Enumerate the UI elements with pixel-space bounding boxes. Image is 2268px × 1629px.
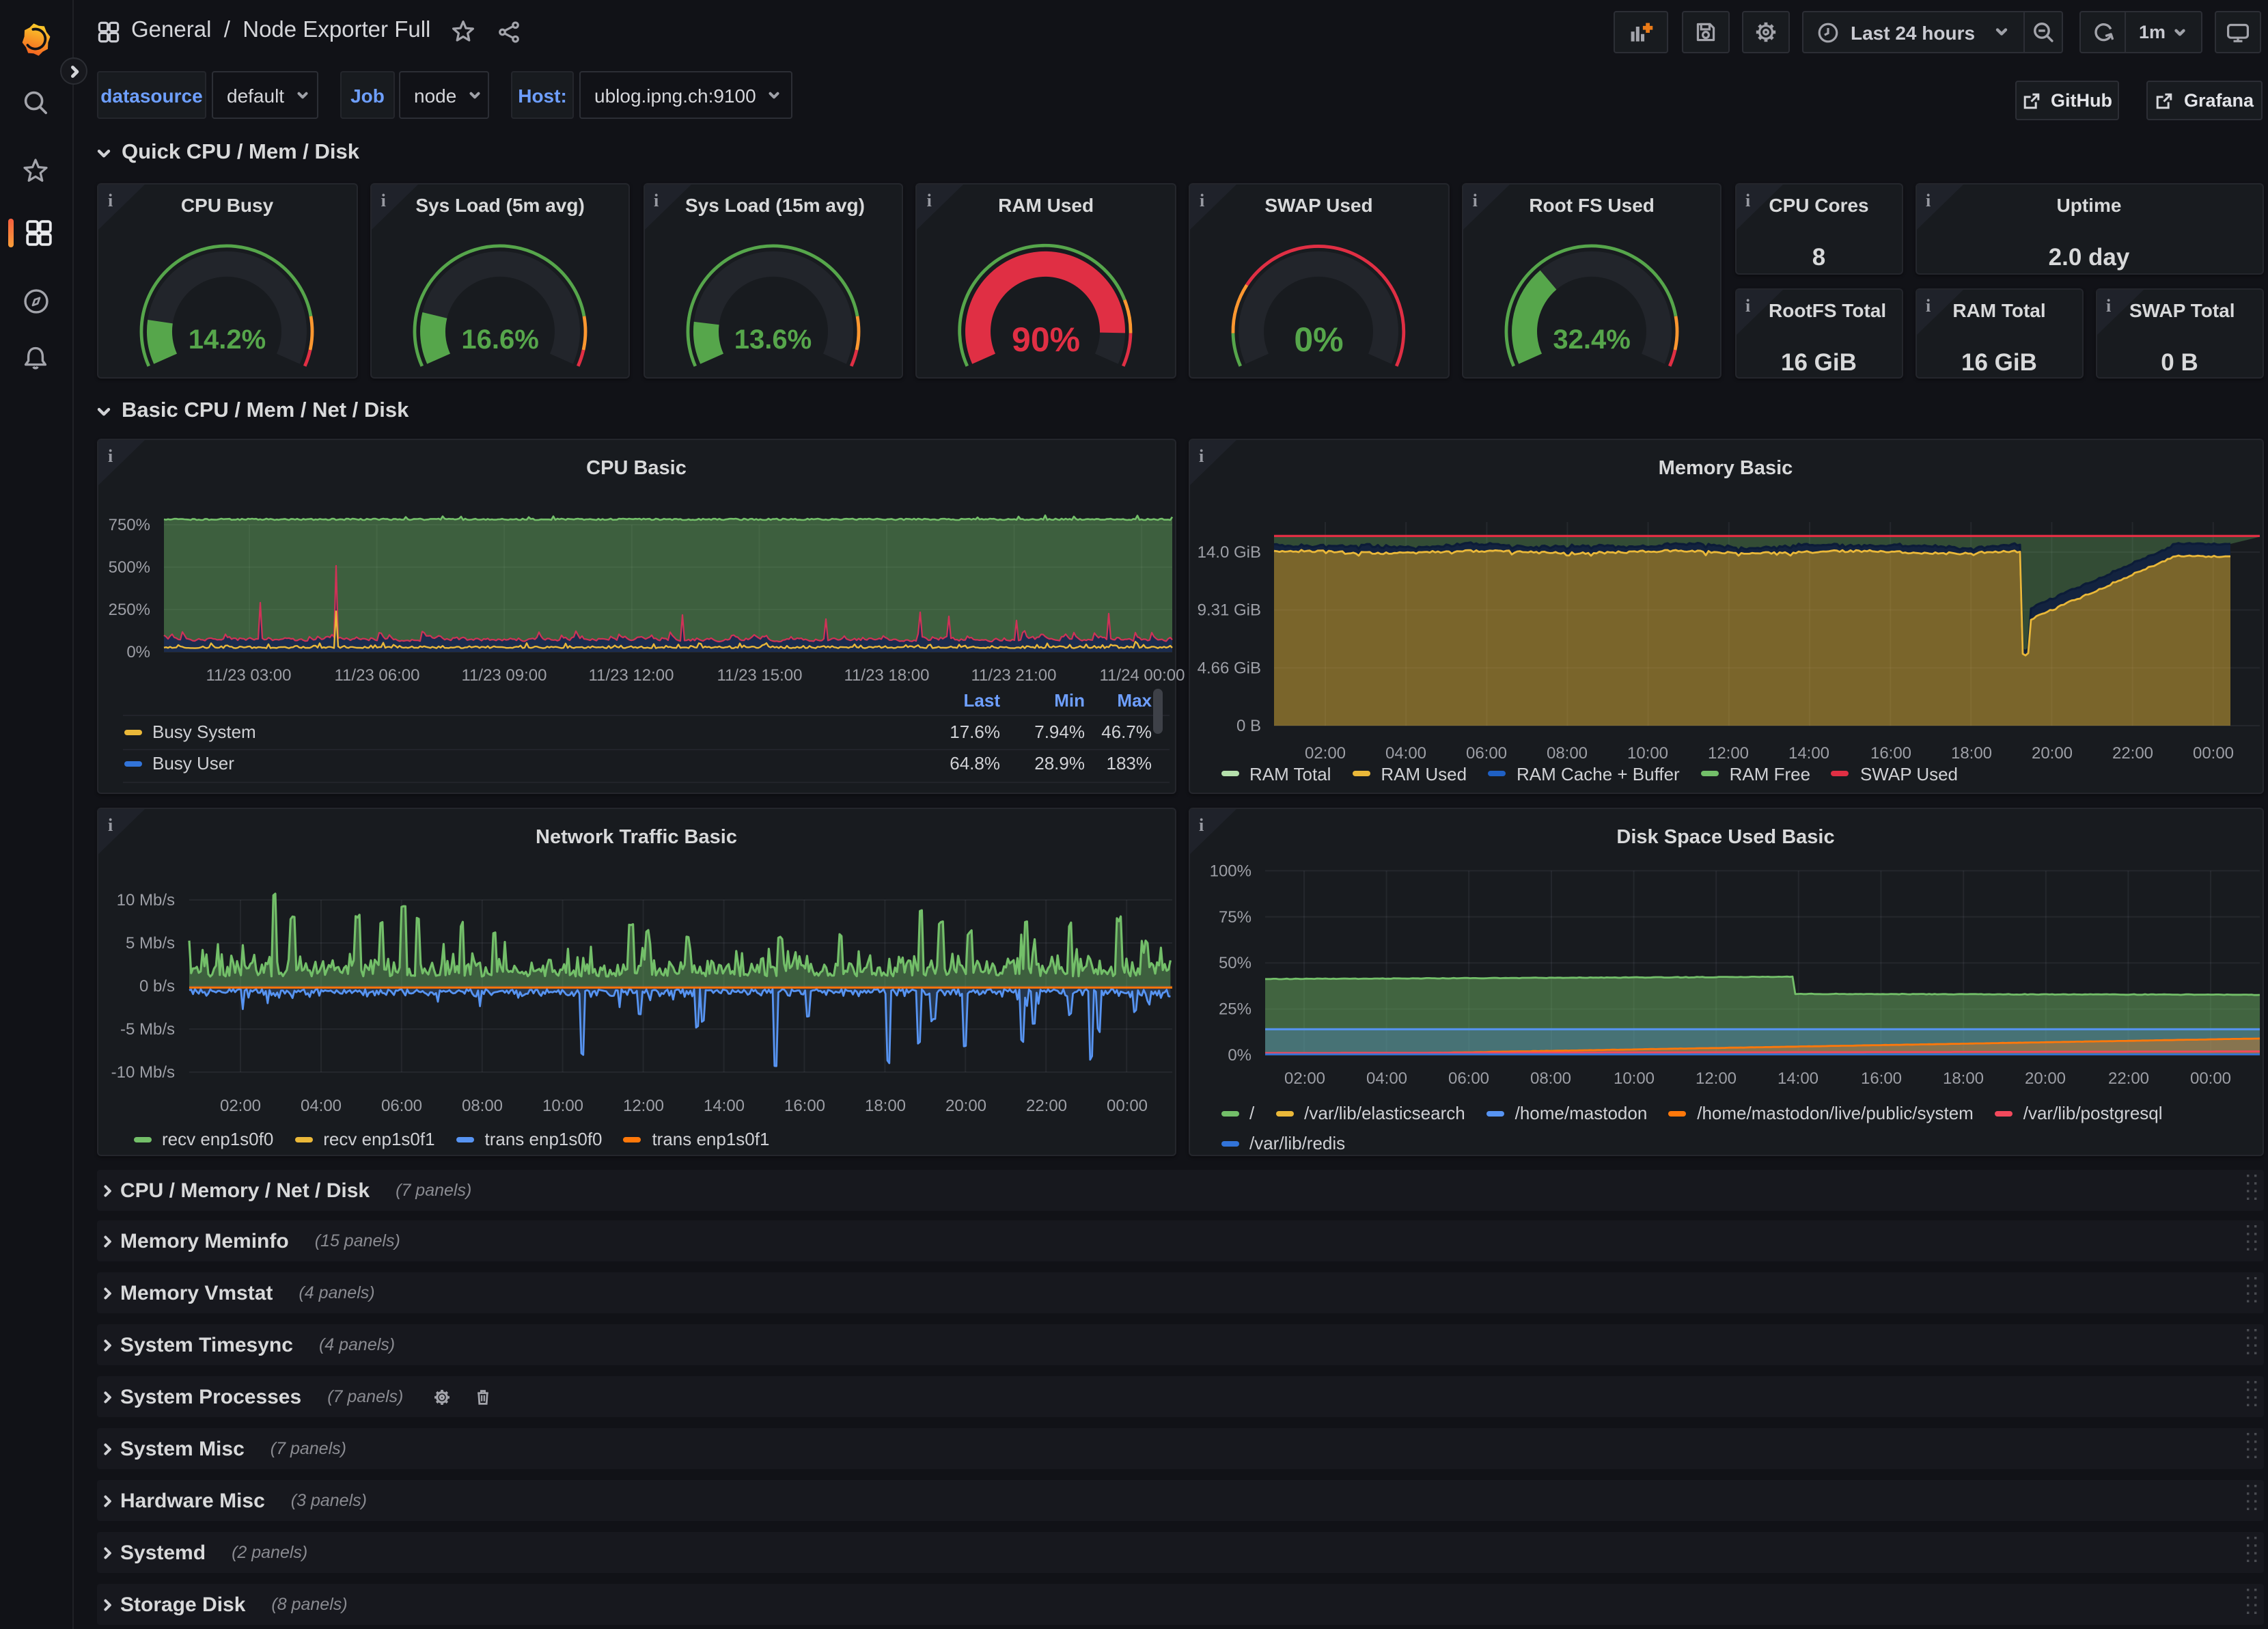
svg-text:11/23 12:00: 11/23 12:00: [588, 666, 674, 685]
svg-text:4.66 GiB: 4.66 GiB: [1197, 659, 1260, 677]
svg-text:22:00: 22:00: [1026, 1096, 1067, 1114]
svg-text:11/23 21:00: 11/23 21:00: [971, 666, 1056, 685]
svg-text:250%: 250%: [109, 601, 150, 619]
svg-text:-5 Mb/s: -5 Mb/s: [120, 1019, 175, 1038]
svg-text:06:00: 06:00: [381, 1096, 422, 1114]
svg-text:10:00: 10:00: [542, 1096, 583, 1114]
svg-text:20:00: 20:00: [2024, 1069, 2065, 1087]
svg-text:75%: 75%: [1218, 907, 1251, 926]
svg-text:-10 Mb/s: -10 Mb/s: [111, 1063, 175, 1081]
svg-text:18:00: 18:00: [865, 1096, 906, 1114]
svg-text:11/23 15:00: 11/23 15:00: [717, 666, 802, 685]
svg-text:0 b/s: 0 b/s: [139, 976, 175, 995]
svg-text:16:00: 16:00: [1860, 1069, 1901, 1087]
svg-text:10:00: 10:00: [1613, 1069, 1654, 1087]
svg-text:02:00: 02:00: [1284, 1069, 1325, 1087]
svg-text:18:00: 18:00: [1942, 1069, 1983, 1087]
svg-text:22:00: 22:00: [2112, 744, 2153, 763]
svg-text:0%: 0%: [1227, 1045, 1251, 1064]
svg-text:9.31 GiB: 9.31 GiB: [1197, 601, 1260, 620]
svg-text:500%: 500%: [109, 558, 150, 577]
svg-text:11/24 00:00: 11/24 00:00: [1099, 666, 1185, 685]
svg-text:08:00: 08:00: [1530, 1069, 1571, 1087]
svg-text:12:00: 12:00: [1695, 1069, 1736, 1087]
svg-text:20:00: 20:00: [945, 1096, 986, 1114]
svg-text:12:00: 12:00: [623, 1096, 664, 1114]
svg-text:50%: 50%: [1218, 953, 1251, 972]
svg-text:14:00: 14:00: [704, 1096, 745, 1114]
svg-text:14:00: 14:00: [1777, 1069, 1818, 1087]
svg-text:100%: 100%: [1209, 861, 1251, 879]
svg-text:10 Mb/s: 10 Mb/s: [117, 890, 175, 909]
svg-text:11/23 06:00: 11/23 06:00: [334, 666, 419, 685]
svg-text:0 B: 0 B: [1236, 717, 1260, 735]
svg-text:08:00: 08:00: [462, 1096, 503, 1114]
svg-text:04:00: 04:00: [1366, 1069, 1407, 1087]
svg-text:11/23 09:00: 11/23 09:00: [461, 666, 547, 685]
svg-text:14.0 GiB: 14.0 GiB: [1197, 543, 1260, 562]
svg-text:04:00: 04:00: [301, 1096, 342, 1114]
svg-text:5 Mb/s: 5 Mb/s: [126, 933, 175, 952]
svg-text:00:00: 00:00: [1107, 1096, 1148, 1114]
svg-text:750%: 750%: [109, 516, 150, 534]
svg-text:11/23 03:00: 11/23 03:00: [206, 666, 291, 685]
svg-text:00:00: 00:00: [2189, 1069, 2230, 1087]
svg-text:25%: 25%: [1218, 1000, 1251, 1018]
svg-text:22:00: 22:00: [2107, 1069, 2148, 1087]
svg-text:02:00: 02:00: [220, 1096, 261, 1114]
svg-text:0%: 0%: [126, 643, 150, 661]
svg-text:00:00: 00:00: [2192, 744, 2233, 763]
svg-text:06:00: 06:00: [1448, 1069, 1489, 1087]
svg-text:16:00: 16:00: [784, 1096, 825, 1114]
svg-text:11/23 18:00: 11/23 18:00: [844, 666, 929, 685]
svg-text:20:00: 20:00: [2031, 744, 2072, 763]
